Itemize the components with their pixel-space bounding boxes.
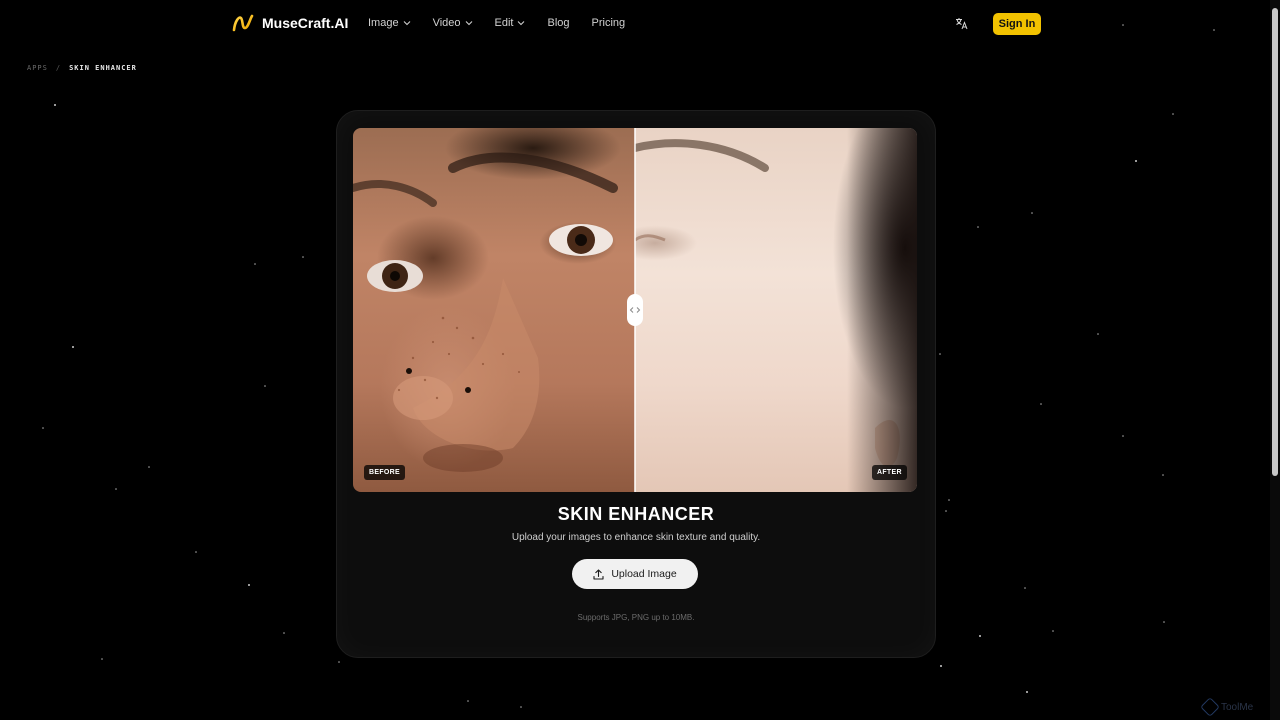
page-subtitle: Upload your images to enhance skin textu… (511, 532, 761, 543)
nav-video[interactable]: Video (433, 17, 473, 29)
page-scrollbar[interactable] (1270, 0, 1280, 720)
skin-enhancer-card: BEFORE AFTER SKIN ENHANCER Upload your i… (336, 110, 936, 658)
upload-image-button[interactable]: Upload Image (572, 559, 698, 589)
page-title: SKIN ENHANCER (557, 504, 715, 524)
breadcrumb-separator: / (55, 64, 62, 72)
nav-image[interactable]: Image (368, 17, 411, 29)
nav-pricing-label: Pricing (591, 17, 626, 29)
breadcrumb: APPS / SKIN ENHANCER (27, 64, 137, 72)
chevron-down-icon (465, 21, 472, 26)
nav-edit-label: Edit (494, 17, 514, 29)
nav-image-label: Image (368, 17, 399, 29)
nav-edit[interactable]: Edit (495, 17, 526, 29)
sign-in-button[interactable]: Sign In (993, 13, 1041, 35)
chevron-down-icon (518, 21, 525, 26)
nav-video-label: Video (432, 17, 461, 29)
after-image (631, 128, 917, 492)
after-label: AFTER (872, 465, 907, 480)
before-image (353, 128, 635, 492)
before-face-illustration (353, 152, 618, 472)
compare-handle-icon (629, 307, 641, 313)
before-label: BEFORE (364, 465, 405, 480)
main-nav: Image Video Edit Blog Pricing (368, 17, 647, 29)
nav-pricing[interactable]: Pricing (592, 17, 626, 29)
upload-image-label: Upload Image (611, 568, 677, 580)
breadcrumb-apps[interactable]: APPS (27, 64, 48, 72)
breadcrumb-current: SKIN ENHANCER (69, 64, 137, 72)
watermark-icon (1200, 697, 1220, 717)
watermark: ToolMe (1200, 697, 1254, 717)
before-after-comparison[interactable]: BEFORE AFTER (353, 128, 917, 492)
upload-icon (593, 568, 604, 580)
brand-name: MuseCraft.AI (262, 15, 349, 31)
watermark-text: ToolMe (1221, 701, 1254, 713)
brand-logo-icon (232, 14, 254, 32)
after-face-illustration (631, 139, 900, 467)
supported-formats-note: Supports JPG, PNG up to 10MB. (577, 613, 695, 622)
translate-icon[interactable] (955, 17, 968, 30)
nav-blog-label: Blog (547, 17, 570, 29)
top-navigation: MuseCraft.AI Image Video Edit Blog Prici… (0, 0, 1280, 48)
brand-logo[interactable]: MuseCraft.AI (232, 13, 348, 33)
chevron-down-icon (403, 21, 410, 26)
scrollbar-thumb[interactable] (1272, 8, 1278, 476)
compare-handle[interactable] (627, 294, 643, 326)
nav-blog[interactable]: Blog (547, 17, 569, 29)
